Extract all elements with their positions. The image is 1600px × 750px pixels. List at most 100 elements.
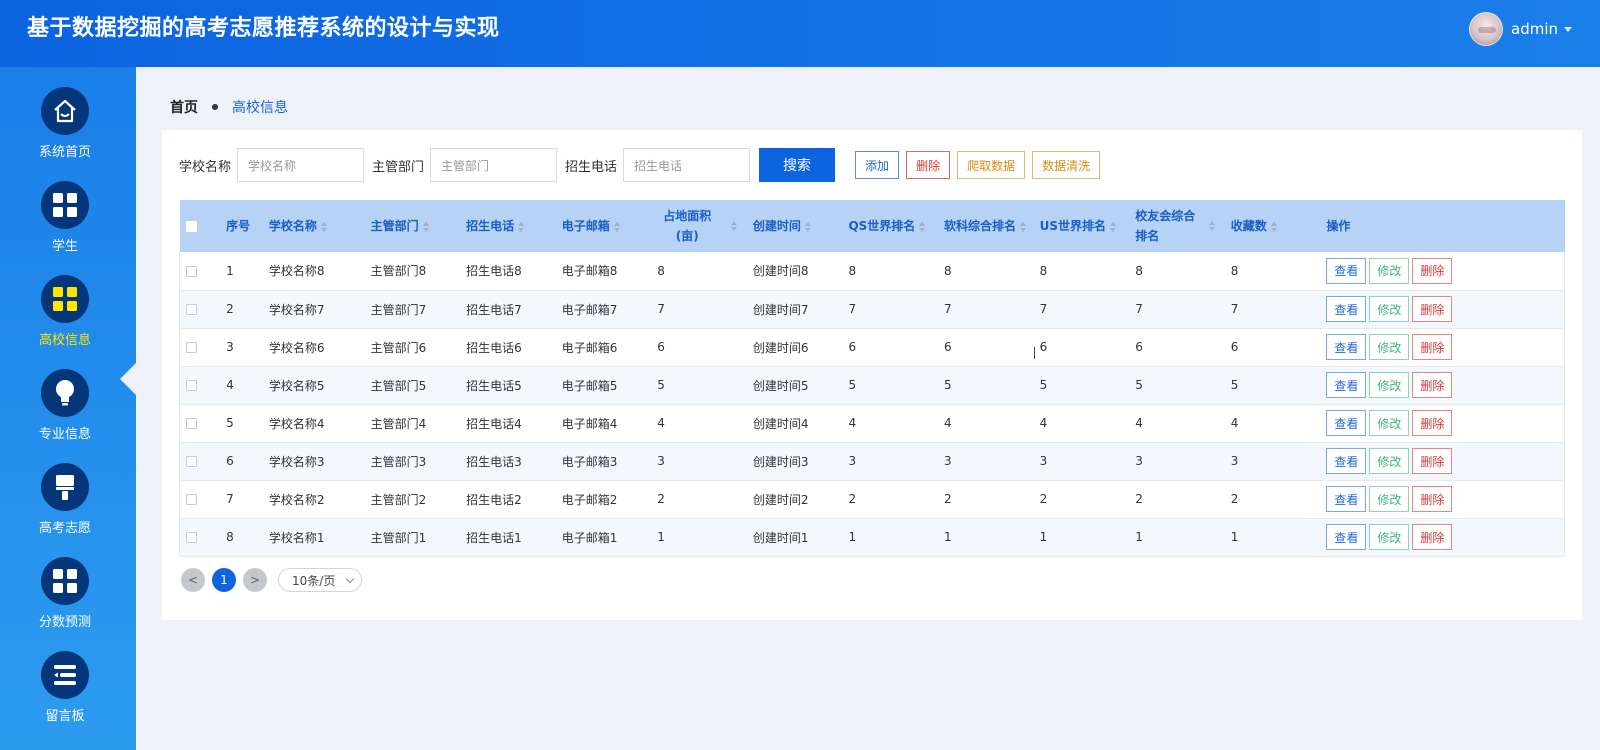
search-button[interactable]: 搜索 bbox=[759, 148, 836, 182]
view-button[interactable]: 查看 bbox=[1326, 334, 1367, 360]
dept-input[interactable] bbox=[430, 148, 558, 182]
sort-icon[interactable] bbox=[422, 221, 430, 232]
sort-icon[interactable] bbox=[1209, 221, 1216, 231]
col-favorites[interactable]: 收藏数 bbox=[1224, 200, 1321, 252]
edit-button[interactable]: 修改 bbox=[1369, 372, 1410, 398]
sidebar-item-home[interactable]: 系统首页 bbox=[0, 87, 130, 177]
table-cell: 3 bbox=[1033, 442, 1130, 481]
col-shanghai-rank[interactable]: 软科综合排名 bbox=[938, 200, 1034, 252]
col-dept[interactable]: 主管部门 bbox=[364, 200, 461, 252]
user-menu[interactable]: admin bbox=[1469, 12, 1572, 46]
col-email[interactable]: 电子邮箱 bbox=[555, 200, 652, 252]
col-created[interactable]: 创建时间 bbox=[746, 200, 843, 252]
view-button[interactable]: 查看 bbox=[1326, 486, 1367, 512]
app-title: 基于数据挖掘的高考志愿推荐系统的设计与实现 bbox=[27, 16, 500, 41]
view-button[interactable]: 查看 bbox=[1326, 296, 1367, 322]
sort-icon[interactable] bbox=[731, 221, 738, 231]
row-checkbox[interactable] bbox=[179, 252, 221, 291]
table-cell: 4 bbox=[220, 366, 263, 405]
table-cell: 学校名称5 bbox=[262, 366, 365, 405]
table-cell: 7 bbox=[842, 290, 939, 329]
chevron-down-icon bbox=[345, 574, 355, 584]
edit-button[interactable]: 修改 bbox=[1369, 257, 1410, 284]
table-cell: 主管部门7 bbox=[364, 290, 461, 329]
row-checkbox[interactable] bbox=[179, 442, 221, 481]
chevron-down-icon[interactable] bbox=[1564, 26, 1572, 32]
table-cell: 主管部门6 bbox=[364, 328, 461, 367]
edit-button[interactable]: 修改 bbox=[1369, 410, 1410, 436]
sort-icon[interactable] bbox=[804, 221, 812, 232]
breadcrumb-home[interactable]: 首页 bbox=[170, 97, 198, 117]
search-bar: 学校名称 主管部门 招生电话 搜索 添加 删除 爬取数据 数据清洗 bbox=[179, 148, 1107, 182]
view-button[interactable]: 查看 bbox=[1326, 372, 1367, 398]
row-checkbox[interactable] bbox=[179, 366, 221, 405]
sort-icon[interactable] bbox=[919, 221, 926, 232]
col-alumni-rank[interactable]: 校友会综合排名 bbox=[1129, 200, 1225, 252]
edit-button[interactable]: 修改 bbox=[1369, 448, 1410, 474]
row-actions: 查看 修改 删除 bbox=[1320, 252, 1566, 291]
table-cell: 1 bbox=[938, 518, 1034, 557]
next-page-button[interactable]: > bbox=[243, 568, 267, 592]
delete-button[interactable]: 删除 bbox=[1412, 334, 1453, 360]
edit-button[interactable]: 修改 bbox=[1369, 524, 1410, 550]
delete-button[interactable]: 删除 bbox=[1412, 296, 1453, 322]
view-button[interactable]: 查看 bbox=[1326, 257, 1367, 284]
sidebar-item-universities[interactable]: 高校信息 bbox=[0, 275, 130, 365]
batch-delete-button[interactable]: 删除 bbox=[906, 151, 951, 179]
edit-button[interactable]: 修改 bbox=[1369, 334, 1410, 360]
col-us-rank[interactable]: US世界排名 bbox=[1033, 200, 1130, 252]
view-button[interactable]: 查看 bbox=[1326, 448, 1367, 474]
view-button[interactable]: 查看 bbox=[1326, 524, 1367, 550]
table-cell: 电子邮箱3 bbox=[555, 442, 652, 481]
edit-button[interactable]: 修改 bbox=[1369, 486, 1410, 512]
table-cell: 1 bbox=[220, 252, 263, 291]
crawl-data-button[interactable]: 爬取数据 bbox=[957, 151, 1026, 179]
sidebar-item-message-board[interactable]: 留言板 bbox=[0, 651, 130, 741]
avatar[interactable] bbox=[1469, 12, 1503, 46]
select-all-checkbox[interactable] bbox=[179, 200, 221, 252]
brush-icon bbox=[41, 463, 89, 511]
view-button[interactable]: 查看 bbox=[1326, 410, 1367, 436]
sort-icon[interactable] bbox=[613, 221, 621, 232]
table-cell: 招生电话3 bbox=[460, 442, 556, 481]
row-checkbox[interactable] bbox=[179, 404, 221, 443]
table-cell: 4 bbox=[1224, 404, 1321, 443]
col-area[interactable]: 占地面积(亩) bbox=[651, 200, 747, 252]
row-checkbox[interactable] bbox=[179, 480, 221, 519]
delete-button[interactable]: 删除 bbox=[1412, 257, 1453, 284]
page-size-select[interactable]: 10条/页 bbox=[278, 568, 362, 592]
sidebar-item-students[interactable]: 学生 bbox=[0, 181, 130, 271]
delete-button[interactable]: 删除 bbox=[1412, 486, 1453, 512]
table-cell: 电子邮箱5 bbox=[555, 366, 652, 405]
school-name-input[interactable] bbox=[237, 148, 365, 182]
pagination: < 1 > 10条/页 bbox=[181, 568, 362, 592]
col-school-name[interactable]: 学校名称 bbox=[262, 200, 365, 252]
sidebar-item-applications[interactable]: 高考志愿 bbox=[0, 463, 130, 553]
edit-button[interactable]: 修改 bbox=[1369, 296, 1410, 322]
col-phone[interactable]: 招生电话 bbox=[460, 200, 556, 252]
sort-icon[interactable] bbox=[1270, 221, 1278, 232]
row-checkbox[interactable] bbox=[179, 518, 221, 557]
clean-data-button[interactable]: 数据清洗 bbox=[1032, 151, 1101, 179]
row-checkbox[interactable] bbox=[179, 290, 221, 329]
table-cell: 4 bbox=[651, 404, 747, 443]
add-button[interactable]: 添加 bbox=[855, 151, 900, 179]
sort-icon[interactable] bbox=[1110, 221, 1117, 232]
sidebar-item-score-prediction[interactable]: 分数预测 bbox=[0, 557, 130, 647]
col-qs-rank[interactable]: QS世界排名 bbox=[842, 200, 939, 252]
table-cell: 3 bbox=[651, 442, 747, 481]
prev-page-button[interactable]: < bbox=[181, 568, 205, 592]
delete-button[interactable]: 删除 bbox=[1412, 448, 1453, 474]
sort-icon[interactable] bbox=[518, 221, 525, 232]
page-number-button[interactable]: 1 bbox=[212, 568, 236, 592]
sidebar-item-majors[interactable]: 专业信息 bbox=[0, 369, 130, 459]
table-cell: 7 bbox=[938, 290, 1034, 329]
row-checkbox[interactable] bbox=[179, 328, 221, 367]
delete-button[interactable]: 删除 bbox=[1412, 372, 1453, 398]
user-name[interactable]: admin bbox=[1511, 20, 1558, 38]
sort-icon[interactable] bbox=[320, 221, 328, 232]
delete-button[interactable]: 删除 bbox=[1412, 410, 1453, 436]
phone-input[interactable] bbox=[623, 148, 751, 182]
delete-button[interactable]: 删除 bbox=[1412, 524, 1453, 550]
sort-icon[interactable] bbox=[1020, 221, 1027, 232]
